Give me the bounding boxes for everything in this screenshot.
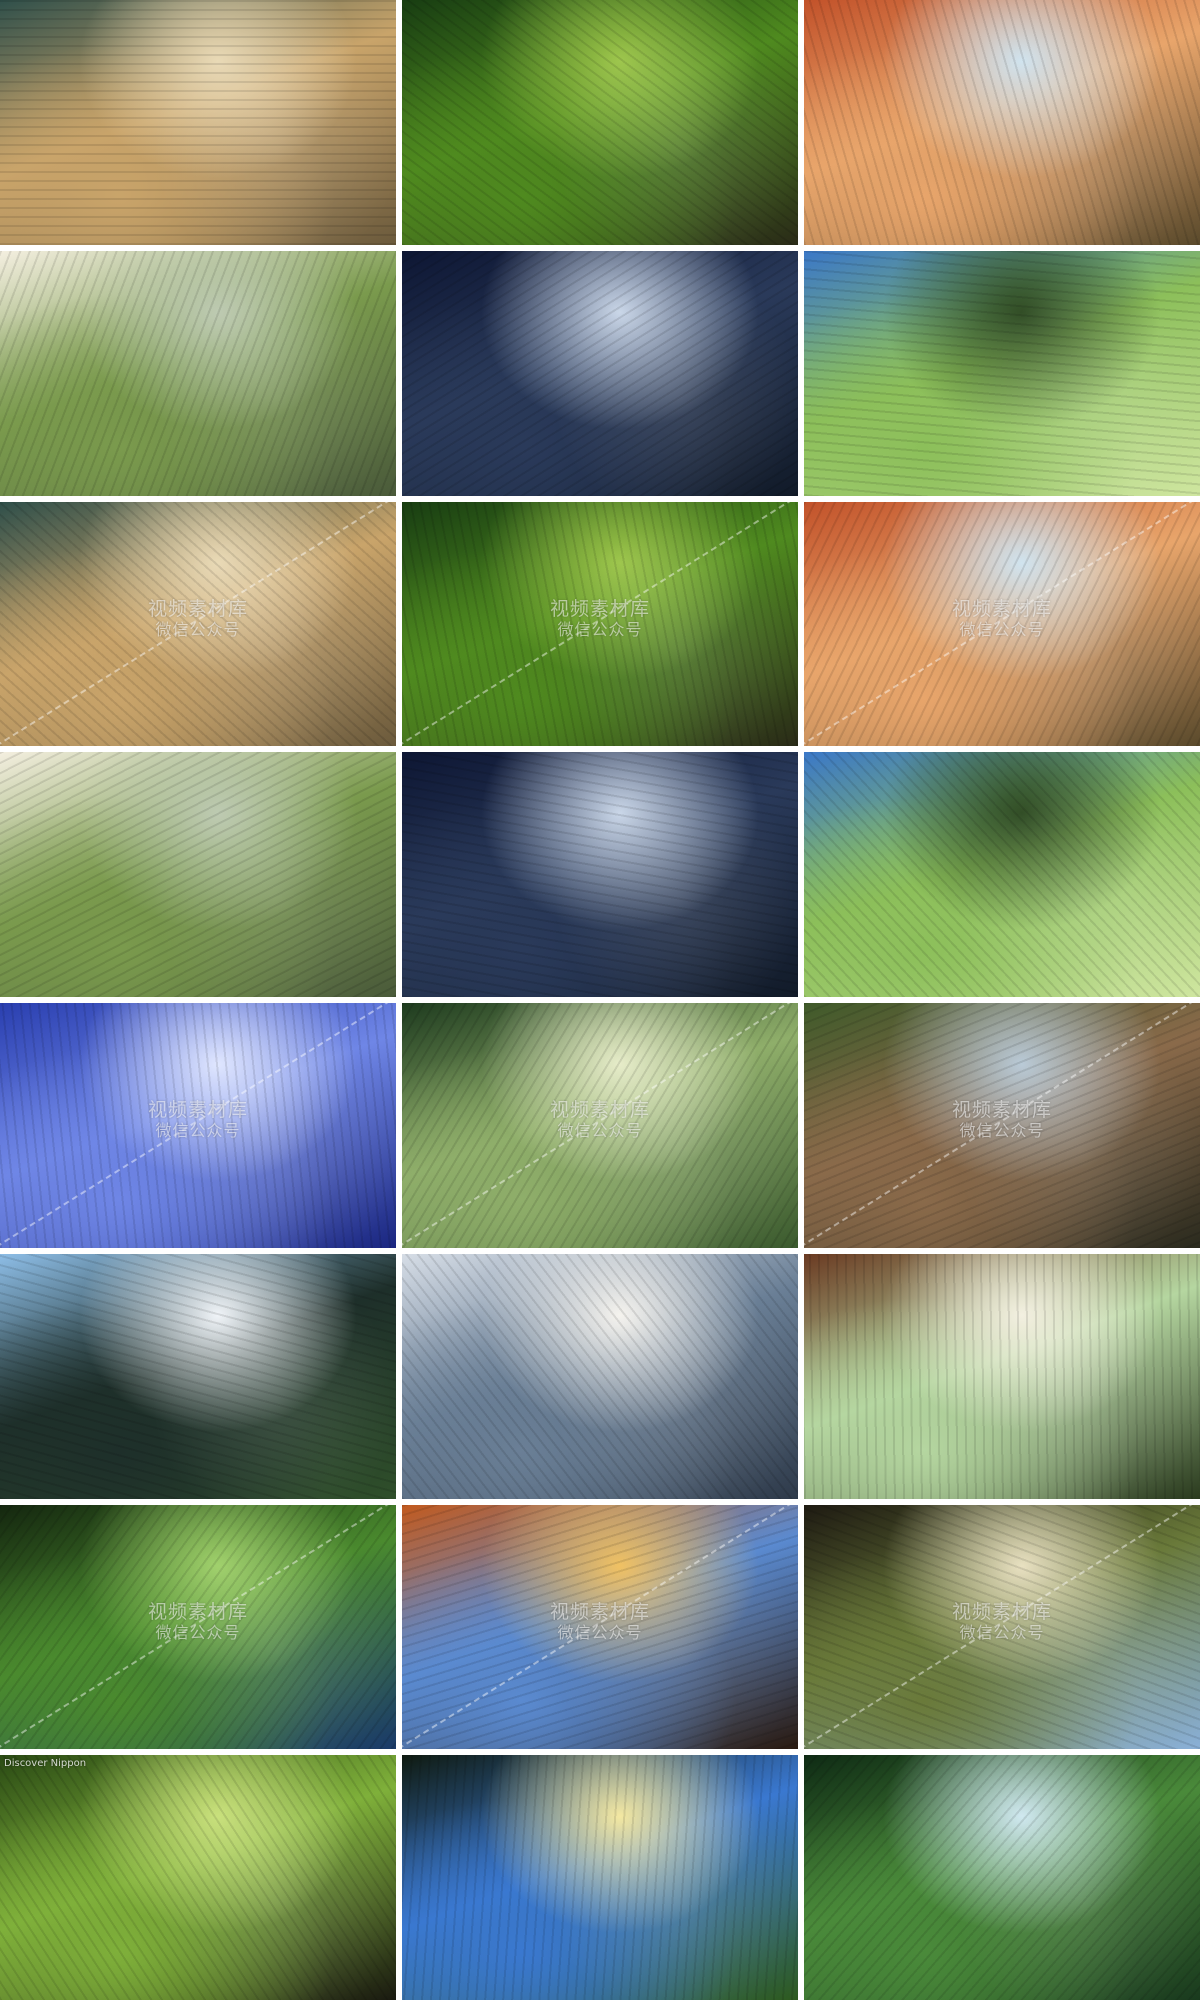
image-grid: 视频素材库 微信公众号 视频素材库 微信公众号 视频素材库 微信公众号 视频素材库 微信公众号… xyxy=(0,0,1200,2000)
photo-tile-tall-trees-looking-up xyxy=(804,1755,1200,2000)
photo-background xyxy=(0,1504,396,1750)
photo-tile-lone-tree-sunburst xyxy=(402,1755,798,2000)
photo-background xyxy=(804,1755,1200,2000)
photo-background xyxy=(402,250,798,496)
photo-background xyxy=(402,1253,798,1499)
photo-tile-mossy-tree-roots: 视频素材库 微信公众号 xyxy=(402,501,798,747)
photo-background xyxy=(0,250,396,496)
photo-tile-misty-dark-forest-light xyxy=(402,752,798,997)
photo-tile-autumn-canopy-blue-sky: 视频素材库 微信公众号 xyxy=(402,1504,798,1750)
photo-background xyxy=(0,752,396,997)
photo-background xyxy=(402,752,798,997)
photo-background xyxy=(402,0,798,245)
photo-background xyxy=(402,1003,798,1248)
photo-tile-oak-tree-meadow-path: 视频素材库 微信公众号 xyxy=(804,1003,1200,1248)
photo-tile-aerial-snowy-forest-blue: 视频素材库 微信公众号 xyxy=(0,1003,396,1248)
photo-background xyxy=(0,501,396,747)
photo-background xyxy=(804,0,1200,245)
photo-tile-green-canopy-blue-sky xyxy=(804,752,1200,997)
photo-tile-sequoia-forest-sunlight xyxy=(804,1253,1200,1499)
photo-background xyxy=(804,1253,1200,1499)
photo-background xyxy=(804,1504,1200,1750)
photo-background xyxy=(0,0,396,245)
photo-tile-misty-pine-clearing: 视频素材库 微信公众号 xyxy=(402,1003,798,1248)
photo-background xyxy=(804,752,1200,997)
photo-background xyxy=(0,1003,396,1248)
photo-tile-mossy-trunk-closeup: Discover Nippon xyxy=(0,1755,396,2000)
photo-tile-mossy-tree-roots xyxy=(402,0,798,245)
photo-tile-autumn-tree-by-lake xyxy=(804,0,1200,245)
photo-tile-oak-branches-sunburst: 视频素材库 微信公众号 xyxy=(804,1504,1200,1750)
photo-tile-snowy-pine-branch-sunlight xyxy=(0,752,396,997)
photo-background xyxy=(402,1504,798,1750)
photo-tile-misty-dark-forest-light xyxy=(402,250,798,496)
photo-tile-snow-covered-fir-trees xyxy=(402,1253,798,1499)
photo-credit: Discover Nippon xyxy=(4,1758,87,1770)
photo-background xyxy=(804,501,1200,747)
photo-tile-frosted-grass-bokeh: 视频素材库 微信公众号 xyxy=(0,501,396,747)
photo-tile-canopy-looking-up-green: 视频素材库 微信公众号 xyxy=(0,1504,396,1750)
photo-background xyxy=(402,1755,798,2000)
photo-tile-snowy-pine-branch-sunlight xyxy=(0,250,396,496)
photo-background xyxy=(804,1003,1200,1248)
photo-tile-frosted-grass-bokeh xyxy=(0,0,396,245)
photo-tile-green-canopy-blue-sky xyxy=(804,250,1200,496)
photo-tile-snowy-mountain-pines xyxy=(0,1253,396,1499)
photo-background xyxy=(804,250,1200,496)
photo-background xyxy=(402,501,798,747)
photo-tile-autumn-tree-by-lake: 视频素材库 微信公众号 xyxy=(804,501,1200,747)
photo-background xyxy=(0,1253,396,1499)
photo-background xyxy=(0,1755,396,2000)
